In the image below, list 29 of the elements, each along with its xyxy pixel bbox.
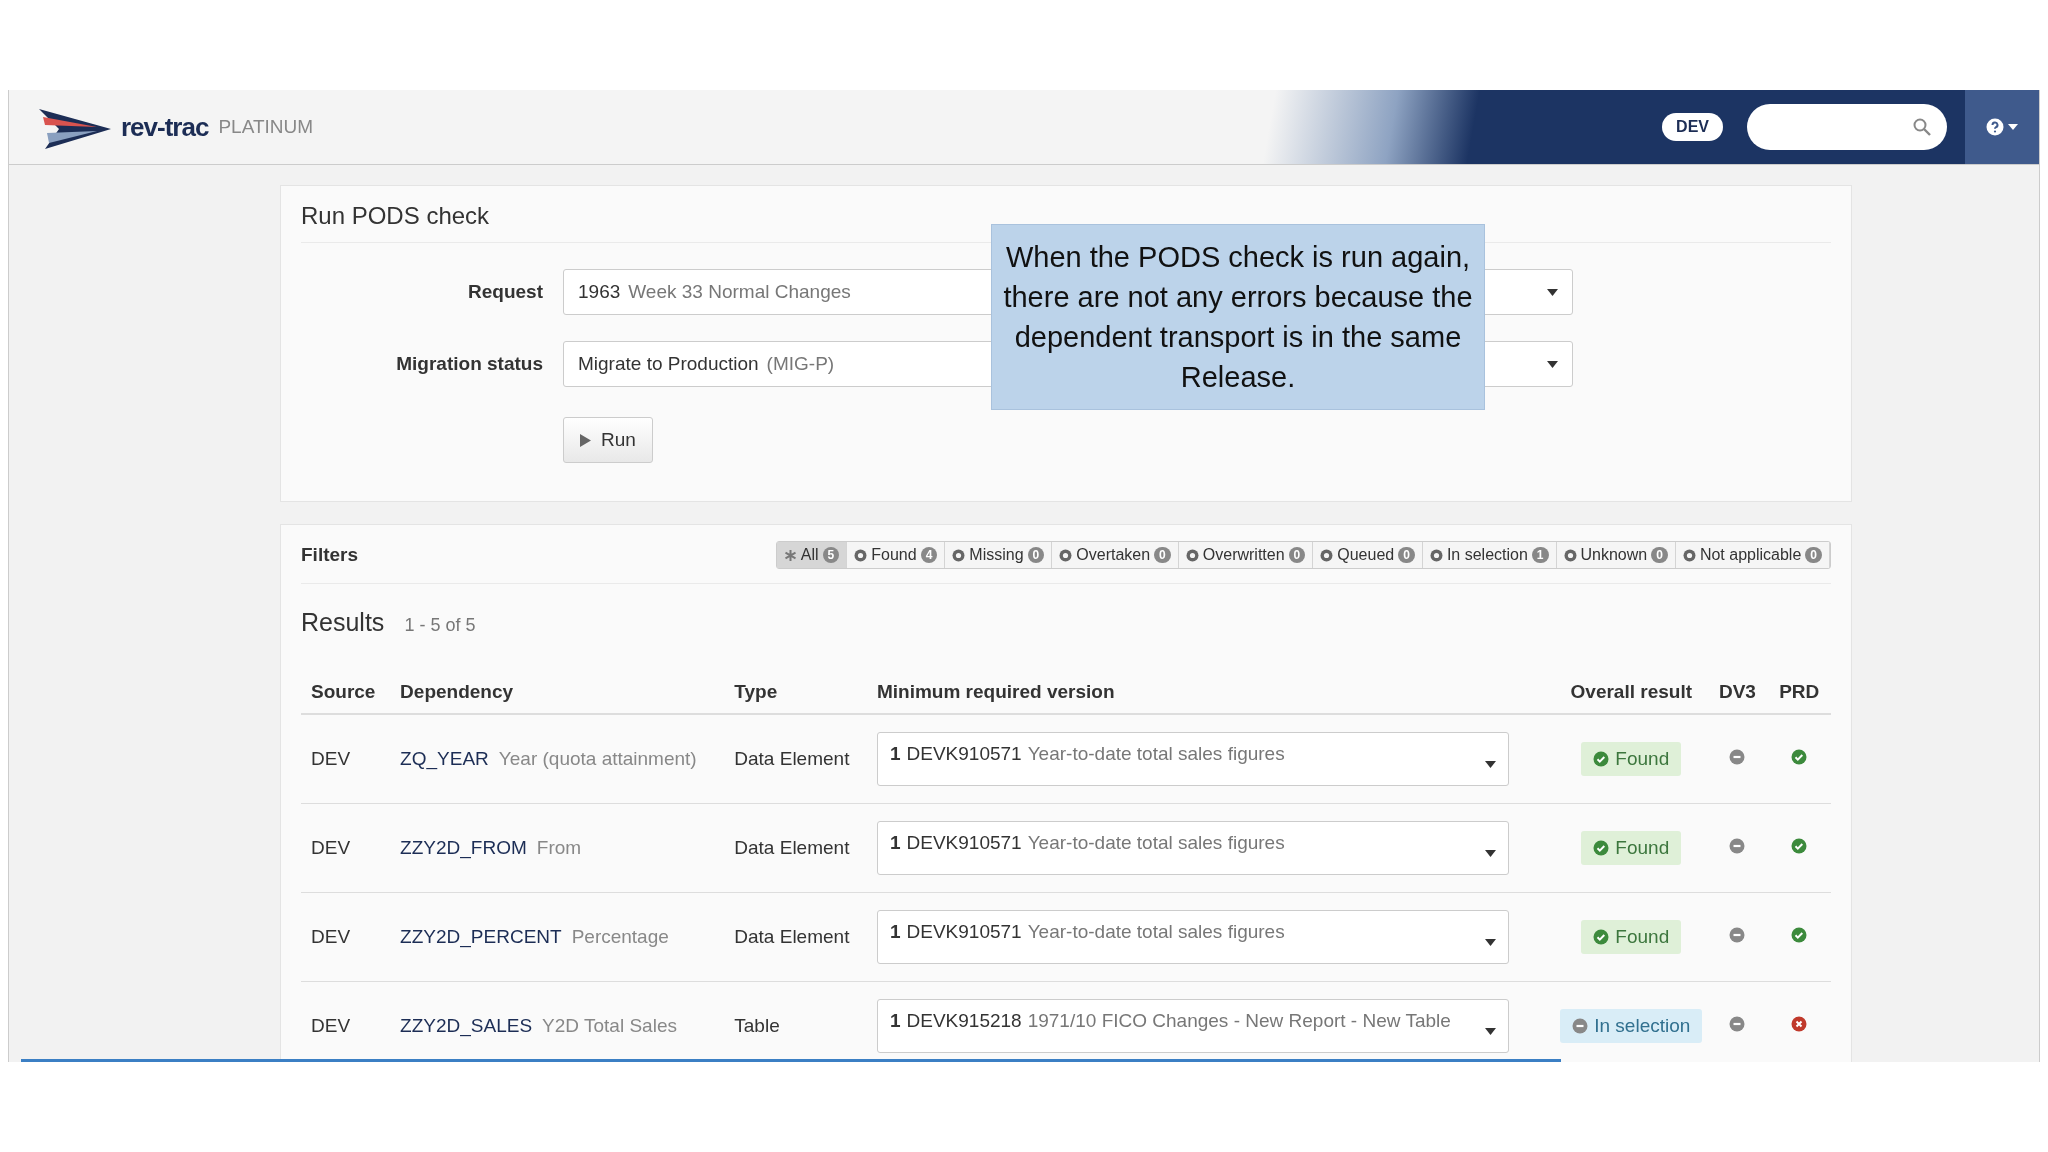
system-badge: DEV (1662, 113, 1723, 141)
edition-label: PLATINUM (218, 116, 314, 138)
column-header: Dependency (390, 671, 725, 714)
field-label: Request (467, 281, 544, 303)
table-cell: Data Element (724, 714, 867, 804)
results-range: 1 - 5 of 5 (404, 615, 476, 636)
table-cell: Data Element (724, 803, 867, 893)
dependency-cell: ZQ_YEAR Year (quota attainment) (390, 714, 725, 804)
dependency-cell: ZZY2D_PERCENT Percentage (390, 892, 725, 982)
column-header: Overall result (1555, 671, 1708, 714)
result-badge: Found (1581, 920, 1682, 954)
filters-title: Filters (301, 544, 359, 566)
column-header: DV3 (1707, 671, 1768, 714)
result-badge: Found (1581, 742, 1682, 776)
result-badge: In selection (1560, 1009, 1703, 1043)
dependency-cell: ZZY2D_FROM From (390, 803, 725, 893)
table-cell: DEV (301, 714, 391, 804)
note-tooltip: When the PODS check is run again, there are not any errors because the dependent transport is in the same Release. (991, 224, 1485, 410)
table-cell: DEV (301, 892, 391, 982)
table-cell: Data Element (724, 892, 867, 982)
field-label: Migration status (395, 353, 544, 375)
column-header: Source (301, 671, 391, 714)
column-header: Minimum required version (866, 671, 1556, 714)
result-badge: Found (1581, 831, 1682, 865)
column-header: PRD (1767, 671, 1831, 714)
results-title: Results (301, 608, 385, 637)
brand-name: rev-trac (121, 111, 209, 143)
table-cell: DEV (301, 803, 391, 893)
column-header: Type (724, 671, 867, 714)
